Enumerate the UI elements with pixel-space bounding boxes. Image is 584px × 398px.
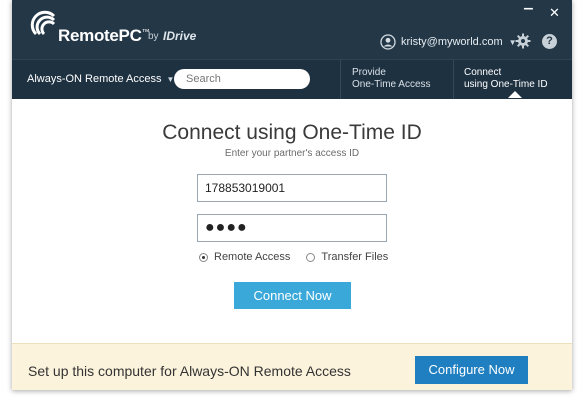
partner-name: IDrive — [163, 29, 197, 43]
password-input[interactable] — [197, 214, 387, 242]
remotepc-window: RemotePC™ by IDrive ‒ ✕ kristy@myworld.c… — [12, 0, 572, 390]
brand-by: by — [148, 31, 159, 42]
always-on-menu-label: Always-ON Remote Access — [27, 73, 162, 85]
user-email: kristy@myworld.com — [401, 36, 503, 48]
search-input[interactable] — [174, 69, 310, 89]
transfer-files-label[interactable]: Transfer Files — [321, 251, 388, 263]
tab-label-line2: One-Time Access — [352, 79, 431, 90]
title-bar: RemotePC™ by IDrive ‒ ✕ kristy@myworld.c… — [12, 0, 572, 59]
transfer-files-radio[interactable] — [306, 252, 316, 262]
gear-icon[interactable] — [515, 33, 531, 49]
remote-access-label[interactable]: Remote Access — [214, 251, 290, 263]
connect-panel: Connect using One-Time ID Enter your par… — [12, 98, 572, 343]
tab-label-line2: using One-Time ID — [464, 79, 548, 90]
tab-provide-one-time-access[interactable]: Provide One-Time Access — [352, 67, 431, 91]
always-on-banner: Set up this computer for Always-ON Remot… — [12, 343, 572, 390]
nav-bar: Always-ON Remote Access▼ Provide One-Tim… — [12, 59, 572, 99]
brand-name: RemotePC™ — [58, 26, 150, 45]
tab-connect-one-time-id[interactable]: Connect using One-Time ID — [464, 67, 548, 91]
tab-label-line1: Connect — [464, 67, 502, 78]
user-icon — [380, 34, 396, 50]
minimize-button[interactable]: ‒ — [524, 0, 533, 18]
always-on-menu[interactable]: Always-ON Remote Access ▼ — [27, 73, 174, 85]
help-icon[interactable]: ? — [542, 34, 557, 49]
remote-access-radio[interactable] — [199, 252, 208, 262]
tab-label-line1: Provide — [352, 67, 386, 78]
divider — [453, 60, 454, 99]
page-subtitle: Enter your partner's access ID — [224, 148, 360, 159]
banner-text: Set up this computer for Always-ON Remot… — [28, 363, 351, 379]
active-tab-pointer — [508, 91, 522, 98]
connection-type-group: Remote Access Transfer Files — [199, 251, 388, 263]
page-title: Connect using One-Time ID — [162, 121, 422, 144]
close-button[interactable]: ✕ — [549, 5, 560, 21]
connect-now-button[interactable]: Connect Now — [234, 282, 351, 309]
remotepc-logo: RemotePC™ by IDrive — [30, 10, 196, 50]
remotepc-wave-icon — [30, 10, 56, 36]
divider — [340, 60, 341, 99]
configure-now-button[interactable]: Configure Now — [415, 356, 528, 384]
access-id-input[interactable] — [197, 174, 387, 202]
user-account-menu[interactable]: kristy@myworld.com ▼ — [380, 33, 517, 51]
